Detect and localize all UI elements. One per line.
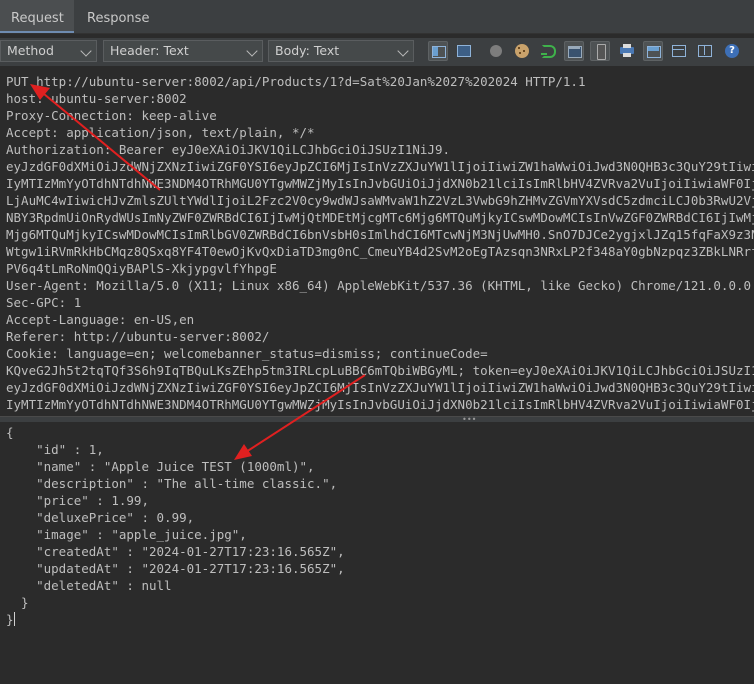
chevron-down-icon: [397, 45, 409, 57]
response-line: {: [6, 425, 14, 440]
response-line: "name" : "Apple Juice TEST (1000ml)",: [6, 459, 315, 474]
response-line: }: [6, 612, 15, 627]
request-line: eyJzdGF0dXMiOiJzdWNjZXNzIiwiZGF0YSI6eyJp…: [6, 159, 754, 174]
layout-right-icon[interactable]: [454, 41, 474, 61]
chevron-down-icon: [80, 45, 92, 57]
request-line: IyMTIzMmYyOTdhNTdhNWE3NDM4OTRhMGU0YTgwMW…: [6, 397, 754, 412]
request-line: NBY3RpdmUiOnRydWUsImNyZWF0ZWRBdCI6IjIwMj…: [6, 210, 754, 225]
request-line: IyMTIzMmYyOTdhNTdhNWE3NDM4OTRhMGU0YTgwMW…: [6, 176, 754, 191]
response-line: "createdAt" : "2024-01-27T17:23:16.565Z"…: [6, 544, 345, 559]
request-line: Wtgw1iRVmRkHbCMqz8QSxq8YF4T0ewOjKvQxDiaT…: [6, 244, 754, 259]
response-line: }: [6, 595, 29, 610]
phone-icon[interactable]: [590, 41, 610, 61]
help-icon[interactable]: ?: [722, 41, 742, 61]
tab-bar: Request Response: [0, 0, 754, 34]
response-line: "deluxePrice" : 0.99,: [6, 510, 195, 525]
layout-rows-icon[interactable]: [669, 41, 689, 61]
request-line: eyJzdGF0dXMiOiJzdWNjZXNzIiwiZGF0YSI6eyJp…: [6, 380, 754, 395]
request-line: Sec-GPC: 1: [6, 295, 82, 310]
request-line: Accept: application/json, text/plain, */…: [6, 125, 315, 140]
header-format-select[interactable]: Header: Text: [103, 40, 263, 62]
layout-split-icon[interactable]: [643, 41, 663, 61]
request-line: host: ubuntu-server:8002: [6, 91, 187, 106]
cookie-icon[interactable]: [512, 41, 532, 61]
toolbar: Method Header: Text Body: Text ?: [0, 38, 754, 66]
response-line: "description" : "The all-time classic.",: [6, 476, 338, 491]
body-format-label: Body: Text: [275, 43, 340, 58]
response-line: "deletedAt" : null: [6, 578, 172, 593]
request-line: PV6q4tLmRoNmQQiyBAPlS-XkjypgvlfYhpgE: [6, 261, 277, 276]
layout-left-icon[interactable]: [428, 41, 448, 61]
request-line: Authorization: Bearer eyJ0eXAiOiJKV1QiLC…: [6, 142, 451, 157]
chevron-down-icon: [246, 45, 258, 57]
request-line: Cookie: language=en; welcomebanner_statu…: [6, 346, 488, 361]
undo-green-icon[interactable]: [538, 41, 558, 61]
request-line: Accept-Language: en-US,en: [6, 312, 195, 327]
tab-request[interactable]: Request: [0, 0, 74, 33]
request-line: User-Agent: Mozilla/5.0 (X11; Linux x86_…: [6, 278, 752, 293]
header-format-label: Header: Text: [110, 43, 189, 58]
response-line: "price" : 1.99,: [6, 493, 149, 508]
request-editor[interactable]: PUT http://ubuntu-server:8002/api/Produc…: [0, 70, 754, 414]
request-line: Mjg6MTQuMjkyICswMDowMCIsImRlbGV0ZWRBdCI6…: [6, 227, 754, 242]
method-select-label: Method: [7, 43, 54, 58]
method-select[interactable]: Method: [0, 40, 97, 62]
response-line: "updatedAt" : "2024-01-27T17:23:16.565Z"…: [6, 561, 345, 576]
circle-icon[interactable]: [486, 41, 506, 61]
response-line: "image" : "apple_juice.jpg",: [6, 527, 247, 542]
response-line: "id" : 1,: [6, 442, 104, 457]
request-line: KQveG2Jh5t2tqTQf3S6h9IqTBQuLKsZEhp5tm3IR…: [6, 363, 754, 378]
layout-cols-icon[interactable]: [695, 41, 715, 61]
printer-icon[interactable]: [617, 41, 637, 61]
text-cursor: [13, 612, 15, 626]
window-icon[interactable]: [564, 41, 584, 61]
request-line: LjAuMC4wIiwicHJvZmlsZUltYWdlIjoiL2Fzc2V0…: [6, 193, 754, 208]
response-editor[interactable]: { "id" : 1, "name" : "Apple Juice TEST (…: [0, 422, 754, 684]
request-line: PUT http://ubuntu-server:8002/api/Produc…: [6, 74, 586, 89]
tab-response[interactable]: Response: [76, 0, 162, 33]
request-line: Proxy-Connection: keep-alive: [6, 108, 217, 123]
request-line: Referer: http://ubuntu-server:8002/: [6, 329, 270, 344]
body-format-select[interactable]: Body: Text: [268, 40, 414, 62]
